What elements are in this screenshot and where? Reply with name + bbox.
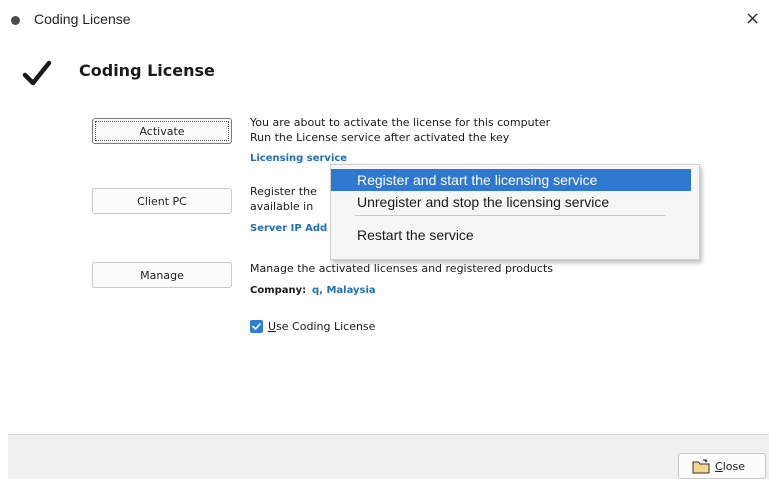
menu-item-label: Register and start the licensing service — [357, 172, 598, 188]
licensing-service-link[interactable]: Licensing service — [250, 153, 347, 164]
use-coding-license-checkbox[interactable] — [250, 320, 263, 333]
close-mnemonic: C — [715, 460, 723, 473]
close-button-label: lose — [722, 460, 745, 473]
checkmark-icon — [22, 60, 52, 86]
menu-item-label: Restart the service — [357, 227, 474, 243]
window-close-button[interactable]: × — [745, 8, 760, 29]
use-coding-license-label[interactable]: Use Coding License — [268, 320, 375, 333]
service-context-menu: Register and start the licensing service… — [330, 164, 700, 260]
checkbox-mnemonic: U — [268, 320, 277, 333]
page-title: Coding License — [79, 61, 215, 80]
menu-item-unregister-stop[interactable]: Unregister and stop the licensing servic… — [331, 191, 691, 213]
menu-item-register-start[interactable]: Register and start the licensing service — [331, 169, 691, 191]
client-pc-button[interactable]: Client PC — [92, 188, 232, 214]
checkbox-label-text: se Coding License — [276, 320, 376, 333]
window-title: Coding License — [34, 11, 131, 27]
company-label: Company: — [250, 285, 307, 296]
title-bar: Coding License × — [0, 0, 769, 44]
activate-button[interactable]: Activate — [92, 118, 232, 144]
folder-icon — [692, 459, 710, 474]
activate-description-line1: You are about to activate the license fo… — [250, 116, 551, 129]
menu-separator — [355, 215, 665, 216]
manage-button[interactable]: Manage — [92, 262, 232, 288]
client-description-line2: available in — [250, 200, 314, 213]
server-ip-link[interactable]: Server IP Add — [250, 223, 327, 234]
close-button[interactable]: Close — [678, 453, 766, 479]
window-dot-icon — [11, 16, 20, 25]
client-description-line1: Register the — [250, 185, 317, 198]
activate-description-line2: Run the License service after activated … — [250, 131, 510, 144]
manage-description: Manage the activated licenses and regist… — [250, 262, 553, 275]
company-value: q, Malaysia — [312, 285, 376, 296]
menu-item-restart[interactable]: Restart the service — [331, 224, 691, 246]
footer-bar — [8, 435, 769, 479]
menu-item-label: Unregister and stop the licensing servic… — [357, 194, 610, 210]
checkbox-check-icon — [252, 323, 261, 330]
